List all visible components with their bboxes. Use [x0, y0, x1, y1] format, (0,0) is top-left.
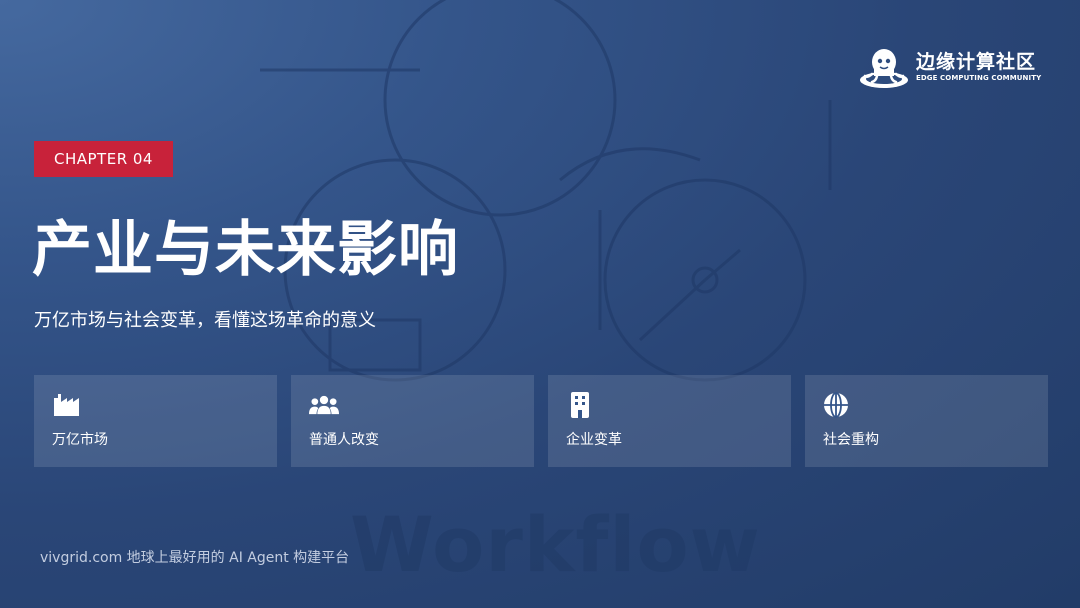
logo-name-cn: 边缘计算社区 — [916, 51, 1037, 73]
factory-icon — [54, 394, 79, 416]
topic-card-label: 社会重构 — [823, 432, 879, 448]
topic-card-label: 企业变革 — [566, 432, 622, 448]
topic-cards: 万亿市场 普通人改变 企业变革 社会重构 — [34, 375, 1048, 467]
logo-text: 边缘计算社区 EDGE COMPUTING COMMUNITY — [916, 51, 1041, 83]
topic-card-society: 社会重构 — [805, 375, 1048, 467]
topic-card-label: 万亿市场 — [52, 432, 108, 448]
octopus-logo-icon — [860, 49, 908, 88]
topic-card-market: 万亿市场 — [34, 375, 277, 467]
brand-logo: 边缘计算社区 EDGE COMPUTING COMMUNITY — [858, 44, 1041, 90]
background-watermark-text: Workflow — [350, 500, 761, 589]
users-icon — [309, 395, 339, 415]
page-subtitle: 万亿市场与社会变革，看懂这场革命的意义 — [34, 310, 376, 331]
building-icon — [571, 392, 589, 418]
topic-card-enterprise: 企业变革 — [548, 375, 791, 467]
chapter-badge: CHAPTER 04 — [34, 141, 173, 177]
globe-icon — [824, 392, 848, 418]
slide: Workflow 边缘计算社区 EDGE COMPUTING COMMUNITY… — [0, 0, 1080, 608]
logo-name-en: EDGE COMPUTING COMMUNITY — [916, 74, 1042, 82]
footer-text: vivgrid.com 地球上最好用的 AI Agent 构建平台 — [40, 550, 350, 566]
topic-card-people: 普通人改变 — [291, 375, 534, 467]
topic-card-label: 普通人改变 — [309, 432, 379, 448]
page-title: 产业与未来影响 — [32, 215, 459, 285]
